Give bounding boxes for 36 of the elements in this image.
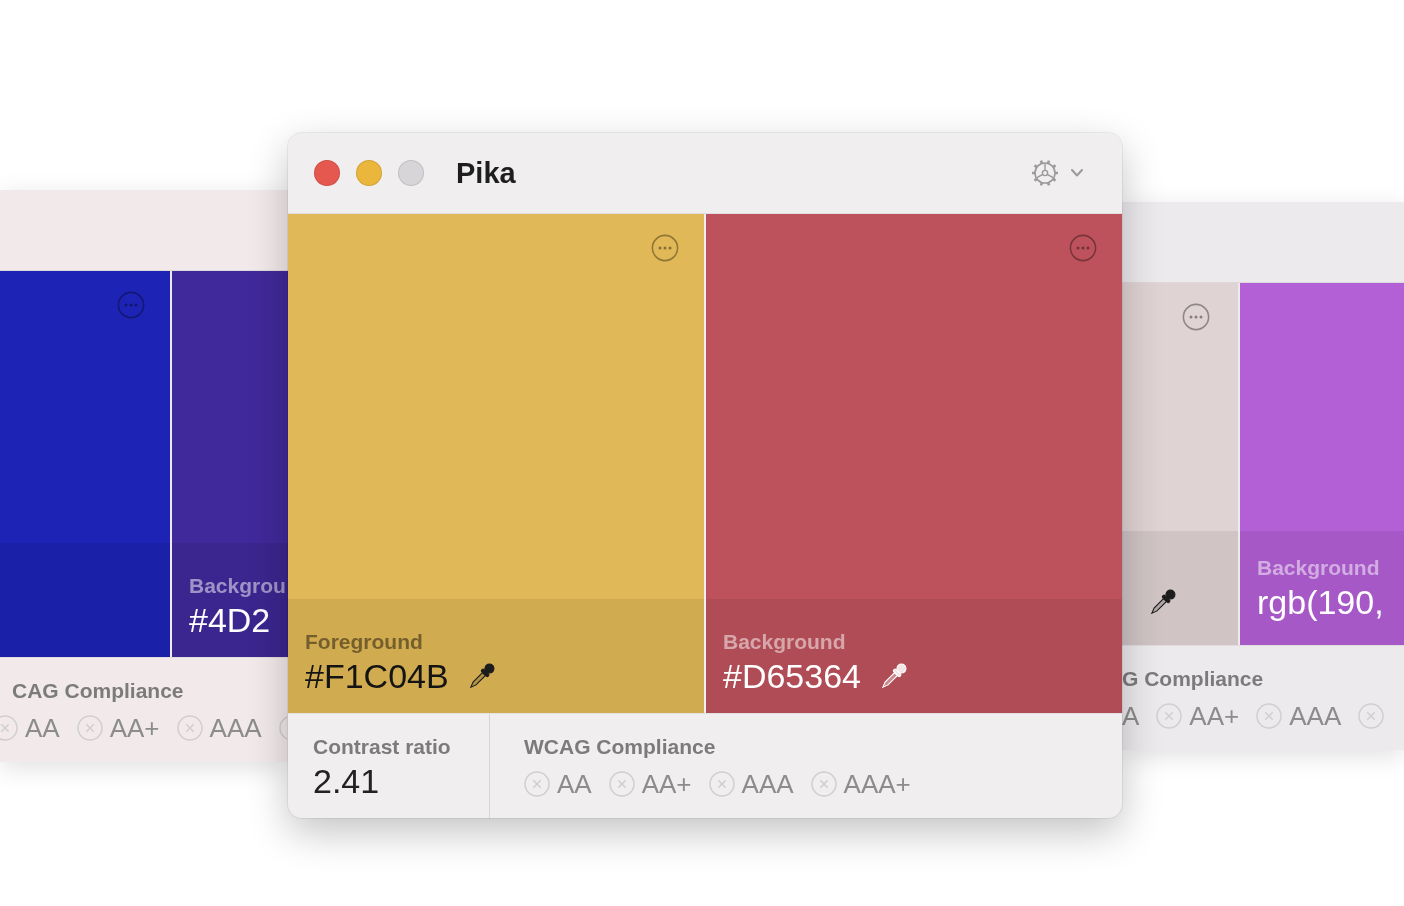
more-icon[interactable] (1069, 234, 1097, 262)
wcag-level-text: AAA (1289, 701, 1342, 731)
wcag-level-text: AA+ (109, 713, 160, 743)
eyedropper-icon[interactable] (1150, 589, 1176, 615)
wcag-level-text: A (1122, 701, 1140, 731)
more-icon[interactable] (1182, 303, 1210, 331)
wcag-level-text: AAA+ (843, 769, 911, 799)
settings-menu-button[interactable] (1031, 159, 1083, 187)
more-icon[interactable] (651, 234, 679, 262)
section-label: G Compliance (1122, 666, 1264, 691)
wcag-level-text: AA+ (1189, 701, 1240, 731)
color-value: #4D2 (189, 600, 271, 640)
section-label: CAG Compliance (12, 678, 184, 703)
contrast-ratio-value: 2.41 (313, 761, 380, 801)
gear-icon (1031, 159, 1059, 187)
swatch-label: Background (723, 629, 846, 654)
wcag-level-text: AA (557, 769, 592, 799)
close-button[interactable] (314, 160, 340, 186)
eyedropper-icon[interactable] (468, 663, 495, 689)
color-value: rgb(190, (1257, 582, 1384, 622)
wcag-level-text: AA+ (641, 769, 692, 799)
swatch-label: Foreground (305, 629, 423, 654)
swatch-label: Background (1257, 555, 1380, 580)
eyedropper-icon[interactable] (881, 663, 907, 689)
window-title: Pika (456, 156, 516, 190)
section-label: WCAG Compliance (524, 734, 716, 759)
swatch-label: Backgrou (189, 573, 286, 598)
more-icon[interactable] (117, 291, 145, 319)
color-value: #D65364 (723, 656, 861, 696)
chevron-down-icon (1071, 169, 1083, 177)
color-value: #F1C04B (305, 656, 449, 696)
wcag-level-text: AAA (741, 769, 794, 799)
wcag-level-text: AA (25, 713, 60, 743)
minimize-button[interactable] (356, 160, 382, 186)
section-label: Contrast ratio (313, 734, 451, 759)
wcag-level-text: AAA (209, 713, 262, 743)
